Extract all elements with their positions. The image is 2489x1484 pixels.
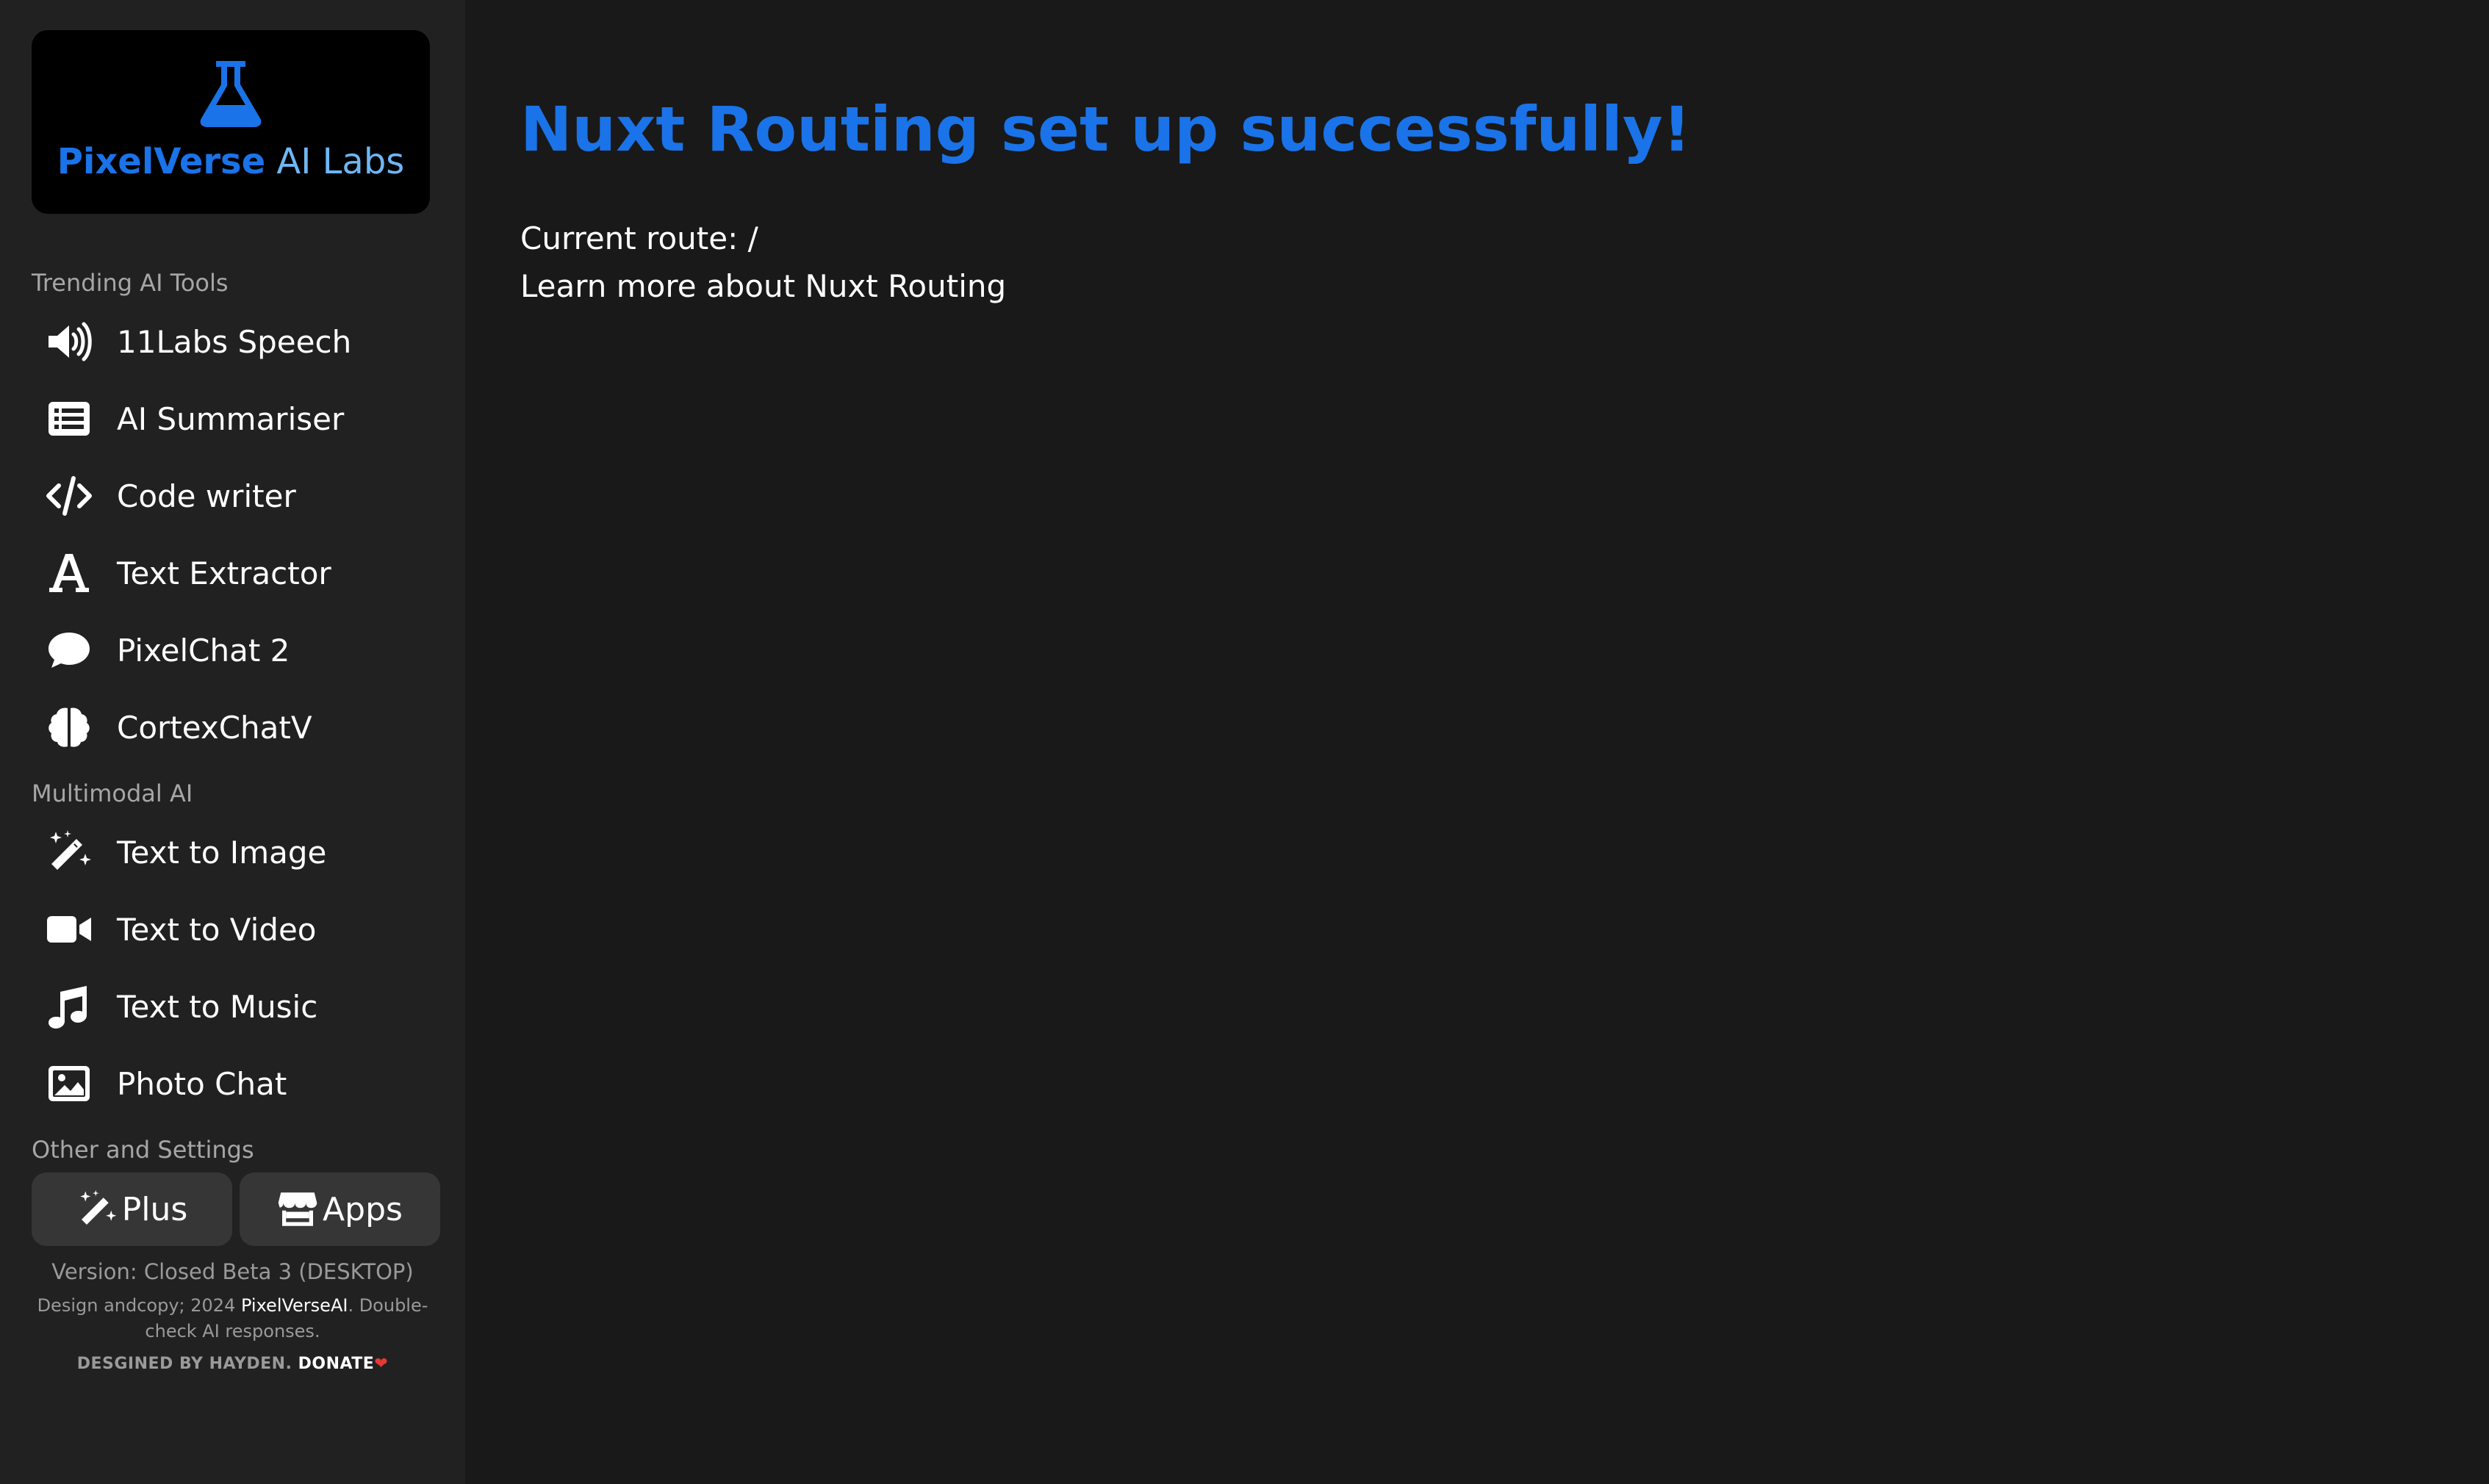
sidebar-item-label: 11Labs Speech	[117, 323, 352, 360]
image-icon	[32, 1060, 117, 1107]
plus-button[interactable]: Plus	[32, 1173, 232, 1246]
settings-button-row: Plus Apps	[32, 1173, 440, 1246]
font-icon	[32, 550, 117, 597]
sidebar-item-label: Text to Image	[117, 834, 327, 871]
sidebar-item-label: CortexChatV	[117, 709, 312, 746]
list-icon	[32, 395, 117, 442]
heart-icon: ❤	[374, 1355, 389, 1373]
sidebar-item-code-writer[interactable]: Code writer	[32, 462, 443, 530]
section-label-other: Other and Settings	[32, 1136, 254, 1164]
app-root: PixelVerse AI Labs Trending AI Tools 11L…	[0, 0, 2489, 1484]
sidebar-item-label: Photo Chat	[117, 1065, 287, 1102]
sidebar-item-text-extractor[interactable]: Text Extractor	[32, 539, 443, 607]
main-content: Nuxt Routing set up successfully! Curren…	[465, 0, 2489, 1484]
sidebar-item-cortexchatv[interactable]: CortexChatV	[32, 694, 443, 761]
code-icon	[32, 472, 117, 519]
sidebar-item-label: Code writer	[117, 478, 296, 514]
logo-subtitle: AI Labs	[265, 141, 405, 182]
video-camera-icon	[32, 906, 117, 953]
brain-icon	[32, 704, 117, 751]
learn-more-link[interactable]: Learn more about Nuxt Routing	[520, 268, 1006, 304]
sidebar-item-text-to-video[interactable]: Text to Video	[32, 896, 443, 963]
sidebar-item-label: Text to Video	[117, 911, 317, 948]
logo[interactable]: PixelVerse AI Labs	[32, 30, 430, 214]
sidebar-item-11labs-speech[interactable]: 11Labs Speech	[32, 308, 443, 375]
version-text: Version: Closed Beta 3 (DESKTOP)	[51, 1259, 414, 1284]
sidebar-item-label: Text Extractor	[117, 555, 331, 591]
designed-by: DESGINED BY HAYDEN. DONATE❤	[0, 1355, 465, 1373]
speaker-icon	[32, 318, 117, 365]
plus-button-label: Plus	[121, 1190, 188, 1228]
sidebar-item-photo-chat[interactable]: Photo Chat	[32, 1050, 443, 1117]
apps-button[interactable]: Apps	[240, 1173, 440, 1246]
magic-wand-icon	[79, 1189, 116, 1225]
sidebar: PixelVerse AI Labs Trending AI Tools 11L…	[0, 0, 465, 1484]
logo-title: PixelVerse AI Labs	[57, 137, 405, 186]
flask-icon	[200, 61, 262, 127]
sidebar-item-text-to-music[interactable]: Text to Music	[32, 973, 443, 1040]
chat-bubble-icon	[32, 627, 117, 674]
store-icon	[278, 1192, 317, 1226]
sidebar-item-ai-summariser[interactable]: AI Summariser	[32, 385, 443, 453]
section-label-multimodal: Multimodal AI	[32, 779, 193, 807]
credit-prefix: Design andcopy; 2024	[37, 1295, 241, 1316]
credit-text: Design andcopy; 2024 PixelVerseAI. Doubl…	[29, 1293, 436, 1344]
current-route-text: Current route: /	[520, 220, 758, 256]
sidebar-item-pixelchat-2[interactable]: PixelChat 2	[32, 616, 443, 684]
sidebar-item-label: Text to Music	[117, 988, 318, 1025]
section-label-trending: Trending AI Tools	[32, 269, 229, 297]
logo-brand: PixelVerse	[57, 141, 266, 182]
apps-button-label: Apps	[323, 1190, 403, 1228]
magic-wand-icon	[32, 829, 117, 876]
sidebar-item-text-to-image[interactable]: Text to Image	[32, 818, 443, 886]
music-note-icon	[32, 983, 117, 1030]
page-title: Nuxt Routing set up successfully!	[520, 93, 1691, 165]
sidebar-item-label: PixelChat 2	[117, 632, 290, 669]
donate-link[interactable]: DONATE	[298, 1355, 375, 1373]
sidebar-item-label: AI Summariser	[117, 400, 345, 437]
designed-by-text: DESGINED BY HAYDEN.	[76, 1355, 298, 1373]
credit-link[interactable]: PixelVerseAI	[241, 1295, 348, 1316]
